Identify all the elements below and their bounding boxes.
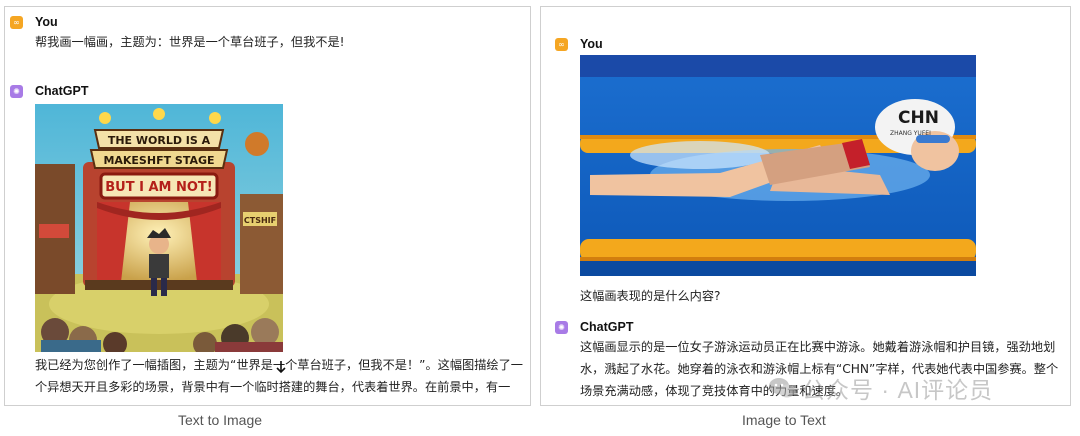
assistant-avatar-gear-icon: ✺	[555, 321, 568, 334]
cap-subtext: ZHANG YUFEI	[890, 130, 931, 137]
chat-panel-image-to-text: ∞ You CHN ZHANG YUFEI 这幅画表现的是什么内容? ✺ Cha…	[540, 6, 1071, 406]
chat-panel-text-to-image: ∞ You 帮我画一幅画，主题为：世界是一个草台班子，但我不是! ✺ ChatG…	[4, 6, 531, 406]
banner-line-2: MAKESHFT STAGE	[103, 154, 214, 167]
wechat-icon	[769, 378, 795, 398]
user-avatar-infinity-icon: ∞	[555, 38, 568, 51]
user-message: 帮我画一幅画，主题为：世界是一个草台班子，但我不是!	[35, 35, 345, 49]
watermark-text: 公众号 · AI评论员	[802, 377, 994, 403]
user-message: 这幅画表现的是什么内容?	[580, 289, 721, 303]
assistant-avatar-gear-icon: ✺	[10, 85, 23, 98]
arrow-down-icon[interactable]	[273, 359, 289, 375]
user-avatar-infinity-icon: ∞	[10, 16, 23, 29]
generated-illustration[interactable]: CTSHIF THE WORLD IS A MAKESHFT STAGE BUT…	[35, 104, 283, 352]
banner-line-3: BUT I AM NOT!	[105, 180, 212, 195]
watermark: 公众号 · AI评论员	[768, 370, 993, 406]
cap-text: CHN	[898, 108, 939, 128]
assistant-name: ChatGPT	[580, 320, 634, 334]
side-sign-text: CTSHIF	[244, 216, 276, 225]
left-caption: Text to Image	[178, 412, 263, 428]
right-caption: Image to Text	[742, 412, 826, 428]
swimmer-photo[interactable]: CHN ZHANG YUFEI	[580, 55, 976, 276]
banner-line-1: THE WORLD IS A	[108, 134, 211, 147]
user-name: You	[580, 37, 603, 51]
user-name: You	[35, 15, 58, 29]
assistant-name: ChatGPT	[35, 84, 89, 98]
